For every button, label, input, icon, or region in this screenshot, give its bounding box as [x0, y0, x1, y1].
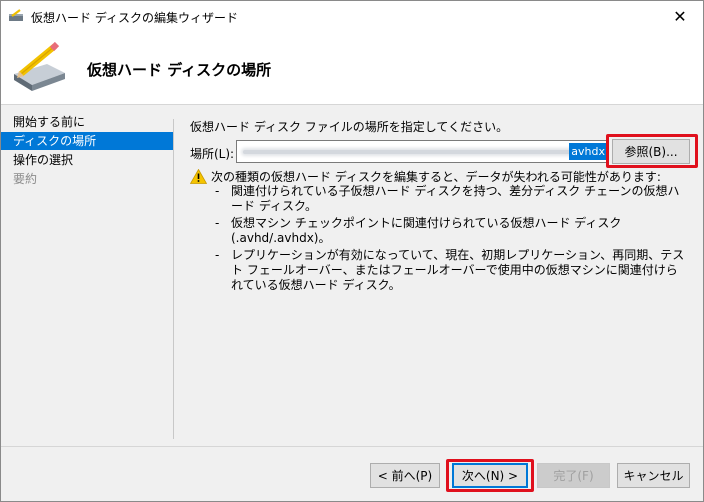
footer-divider [1, 446, 703, 447]
nav-item-before-you-begin[interactable]: 開始する前に [1, 113, 173, 131]
warning-text: 次の種類の仮想ハード ディスクを編集すると、データが失われる可能性があります: [211, 170, 661, 184]
location-label: 場所(L): [190, 147, 235, 161]
nav-item-disk-location[interactable]: ディスクの場所 [1, 132, 173, 150]
window-title: 仮想ハード ディスクの編集ウィザード [31, 11, 238, 25]
wizard-steps-nav: 開始する前に ディスクの場所 操作の選択 要約 [1, 105, 173, 435]
hard-disk-pencil-icon [9, 9, 23, 21]
nav-divider [173, 119, 174, 439]
warning-icon [190, 169, 207, 184]
warning-bullet-list: - 関連付けられている子仮想ハード ディスクを持つ、差分ディスク チェーンの仮想… [215, 184, 685, 295]
header-banner: 仮想ハード ディスクの場所 [1, 32, 703, 105]
previous-button[interactable]: < 前へ(P) [370, 463, 440, 488]
selected-path-suffix: avhdx [569, 143, 607, 160]
next-button[interactable]: 次へ(N) > [452, 463, 528, 488]
content-pane: 仮想ハード ディスク ファイルの場所を指定してください。 場所(L): avhd… [175, 105, 703, 435]
hard-disk-pencil-icon [14, 42, 65, 91]
list-item: - レプリケーションが有効になっていて、現在、初期レプリケーション、再同期、テス… [215, 248, 685, 292]
instruction-text: 仮想ハード ディスク ファイルの場所を指定してください。 [190, 120, 509, 134]
nav-item-choose-action[interactable]: 操作の選択 [1, 151, 173, 169]
wizard-window: 仮想ハード ディスクの編集ウィザード ✕ 仮想ハード ディスクの場所 開始する前… [0, 0, 704, 502]
title-bar: 仮想ハード ディスクの編集ウィザード ✕ [1, 1, 703, 32]
close-icon: ✕ [673, 7, 687, 26]
nav-item-summary: 要約 [13, 172, 38, 186]
browse-button[interactable]: 参照(B)... [612, 139, 690, 164]
cancel-button[interactable]: キャンセル [617, 463, 690, 488]
finish-button: 完了(F) [537, 463, 610, 488]
page-title: 仮想ハード ディスクの場所 [87, 61, 272, 79]
close-button[interactable]: ✕ [657, 1, 703, 32]
list-item: - 関連付けられている子仮想ハード ディスクを持つ、差分ディスク チェーンの仮想… [215, 184, 680, 213]
location-input[interactable]: avhdx [236, 140, 608, 163]
list-item: - 仮想マシン チェックポイントに関連付けられている仮想ハード ディスク (.a… [215, 216, 622, 245]
blurred-path [243, 150, 577, 154]
